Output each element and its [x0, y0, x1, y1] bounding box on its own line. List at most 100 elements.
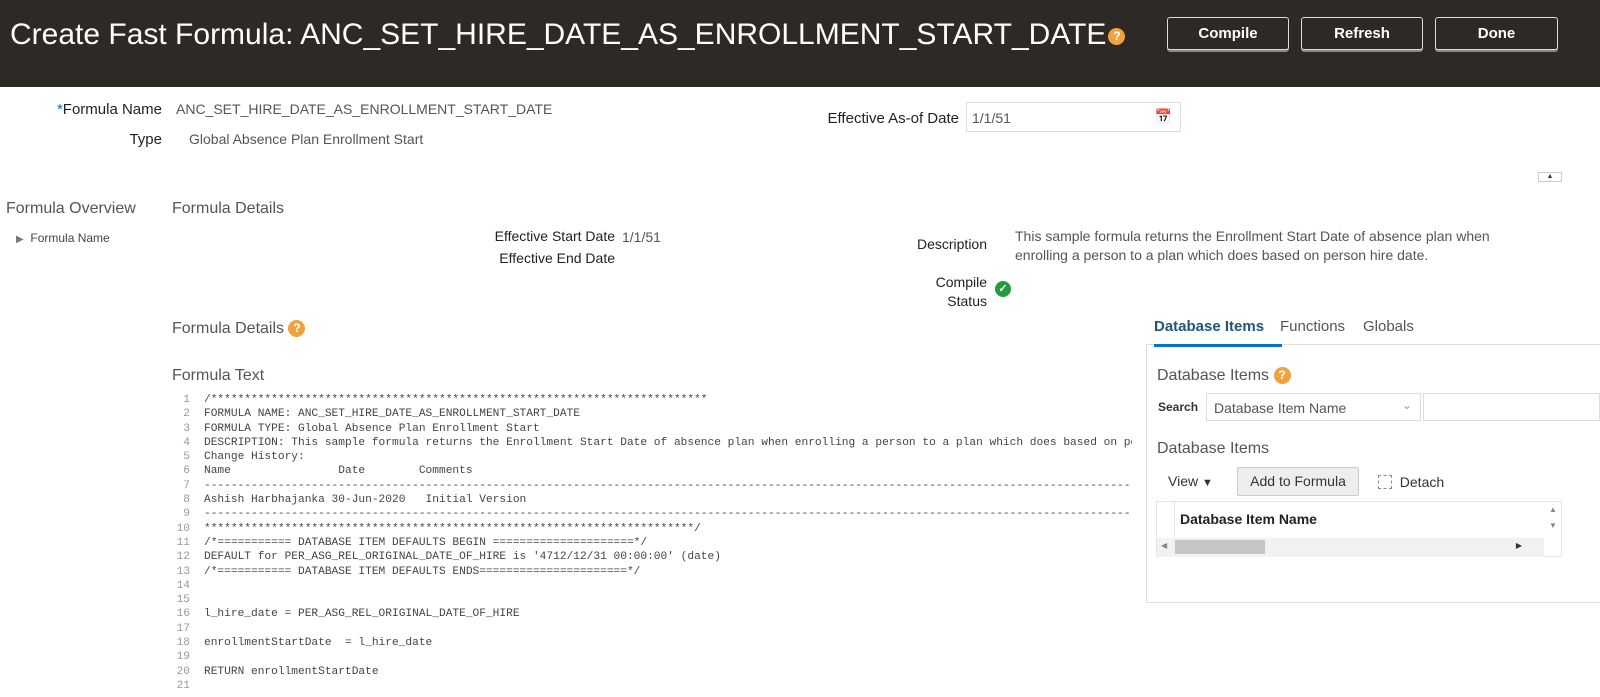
overview-item-formula-name[interactable]: ▶ Formula Name: [16, 231, 110, 245]
code-text: enrollmentStartDate = l_hire_date: [204, 637, 433, 650]
effective-start-value: 1/1/51: [622, 229, 661, 245]
line-number: 11: [176, 536, 190, 549]
type-label: Type: [129, 131, 162, 148]
scroll-right-icon[interactable]: ▶: [1516, 541, 1522, 550]
formula-overview-title: Formula Overview: [6, 200, 136, 217]
line-number: 14: [176, 579, 190, 592]
page-title: Create Fast Formula: ANC_SET_HIRE_DATE_A…: [10, 18, 1126, 52]
code-line: 14: [170, 579, 1132, 593]
code-text: Ashish Harbhajanka 30-Jun-2020 Initial V…: [204, 494, 527, 507]
line-number: 2: [183, 408, 190, 421]
line-number: 4: [183, 436, 190, 449]
line-number: 15: [176, 594, 190, 607]
detach-button[interactable]: Detach: [1378, 474, 1444, 490]
code-line: 8 Ashish Harbhajanka 30-Jun-2020 Initial …: [170, 493, 1132, 507]
effective-as-of-value: 1/1/51: [972, 110, 1011, 126]
success-check-icon: ✓: [995, 281, 1011, 297]
line-number: 7: [183, 479, 190, 492]
expand-triangle-icon: ▶: [16, 234, 24, 245]
vertical-scrollbar[interactable]: ▲ ▼: [1544, 502, 1562, 538]
detach-icon: [1378, 475, 1392, 489]
code-text: Name Date Comments: [204, 465, 473, 478]
line-number: 3: [183, 422, 190, 435]
code-line: 18 enrollmentStartDate = l_hire_date: [170, 636, 1132, 650]
line-number: 6: [183, 465, 190, 478]
chevron-down-icon: ⌄: [1401, 398, 1412, 412]
code-line: 20 RETURN enrollmentStartDate: [170, 665, 1132, 679]
help-icon[interactable]: ?: [288, 320, 306, 338]
line-number: 16: [176, 608, 190, 621]
formula-name-label-text: Formula Name: [62, 101, 162, 118]
page-title-text: Create Fast Formula: ANC_SET_HIRE_DATE_A…: [10, 18, 1107, 51]
tab-functions[interactable]: Functions: [1280, 318, 1345, 335]
calendar-icon[interactable]: 📅: [1155, 108, 1172, 125]
code-text: FORMULA TYPE: Global Absence Plan Enroll…: [204, 422, 540, 435]
code-text: ----------------------------------------…: [204, 479, 1132, 492]
description-label: Description: [916, 236, 987, 252]
code-text: /*=========== DATABASE ITEM DEFAULTS BEG…: [204, 536, 648, 549]
code-text: l_hire_date = PER_ASG_REL_ORIGINAL_DATE_…: [204, 608, 520, 621]
code-text: /*=========== DATABASE ITEM DEFAULTS END…: [204, 565, 641, 578]
formula-section-title-text: Formula Details: [172, 320, 285, 337]
done-button[interactable]: Done: [1435, 17, 1558, 50]
formula-text-editor[interactable]: 1 /**************************************…: [170, 393, 1132, 697]
scroll-left-icon[interactable]: ◀: [1161, 541, 1167, 550]
line-number: 9: [183, 508, 190, 521]
description-value: This sample formula returns the Enrollme…: [1015, 228, 1490, 263]
search-field-select[interactable]: Database Item Name ⌄: [1206, 393, 1421, 421]
code-line: 11 /*=========== DATABASE ITEM DEFAULTS B…: [170, 536, 1132, 550]
code-text: RETURN enrollmentStartDate: [204, 665, 379, 678]
code-line: 5 Change History:: [170, 450, 1132, 464]
caret-down-icon: ▼: [1201, 477, 1213, 489]
code-line: 17: [170, 622, 1132, 636]
line-number: 21: [176, 679, 190, 692]
collapse-button[interactable]: ▲: [1538, 172, 1562, 182]
line-number: 12: [176, 551, 190, 564]
type-value: Global Absence Plan Enrollment Start: [189, 131, 424, 147]
line-number: 18: [176, 637, 190, 650]
effective-start-label: Effective Start Date: [494, 228, 615, 244]
code-line: 1 /**************************************…: [170, 393, 1132, 407]
search-input[interactable]: [1423, 393, 1600, 421]
right-tabs: Database Items Functions Globals: [1146, 310, 1600, 347]
compile-button[interactable]: Compile: [1167, 17, 1289, 50]
help-icon[interactable]: ?: [1108, 27, 1126, 45]
code-line: 9 ---------------------------------------…: [170, 507, 1132, 521]
code-line: 7 ---------------------------------------…: [170, 479, 1132, 493]
code-line: 19: [170, 650, 1132, 664]
column-header-database-item-name[interactable]: Database Item Name: [1180, 511, 1317, 527]
code-line: 2 FORMULA NAME: ANC_SET_HIRE_DATE_AS_ENRO…: [170, 407, 1132, 421]
horizontal-scrollbar[interactable]: ◀ ▶: [1157, 538, 1544, 557]
code-line: 21: [170, 679, 1132, 693]
code-text: DESCRIPTION: This sample formula returns…: [204, 436, 1132, 449]
view-menu[interactable]: View ▼: [1168, 473, 1213, 489]
formula-details-title: Formula Details: [172, 200, 285, 217]
database-items-title: Database Items ?: [1157, 367, 1291, 385]
effective-as-of-label: Effective As-of Date: [827, 110, 959, 127]
effective-end-label: Effective End Date: [499, 250, 615, 266]
scrollbar-thumb[interactable]: [1175, 540, 1265, 554]
code-line: 4 DESCRIPTION: This sample formula return…: [170, 436, 1132, 450]
refresh-button[interactable]: Refresh: [1301, 17, 1423, 50]
code-text: ----------------------------------------…: [204, 508, 1132, 521]
compile-status-label: Compile Status: [935, 274, 987, 309]
tab-database-items[interactable]: Database Items: [1154, 318, 1282, 347]
code-text: FORMULA NAME: ANC_SET_HIRE_DATE_AS_ENROL…: [204, 408, 580, 421]
view-label: View: [1168, 473, 1199, 489]
line-number: 10: [176, 522, 190, 535]
search-label: Search: [1158, 400, 1199, 414]
code-line: 12 DEFAULT for PER_ASG_REL_ORIGINAL_DATE_…: [170, 550, 1132, 564]
code-line: 10 **************************************…: [170, 522, 1132, 536]
add-to-formula-button[interactable]: Add to Formula: [1237, 467, 1359, 496]
help-icon[interactable]: ?: [1273, 367, 1291, 385]
detach-label: Detach: [1399, 474, 1445, 490]
line-number: 8: [183, 494, 190, 507]
code-line: 15: [170, 593, 1132, 607]
formula-name-label: *Formula Name: [40, 101, 162, 118]
line-number: 13: [176, 565, 190, 578]
overview-item-label: Formula Name: [30, 231, 110, 245]
code-line: 13 /*=========== DATABASE ITEM DEFAULTS E…: [170, 565, 1132, 579]
tab-globals[interactable]: Globals: [1363, 318, 1414, 335]
code-text: DEFAULT for PER_ASG_REL_ORIGINAL_DATE_OF…: [204, 551, 721, 564]
effective-as-of-input[interactable]: 1/1/51 📅: [966, 102, 1181, 132]
